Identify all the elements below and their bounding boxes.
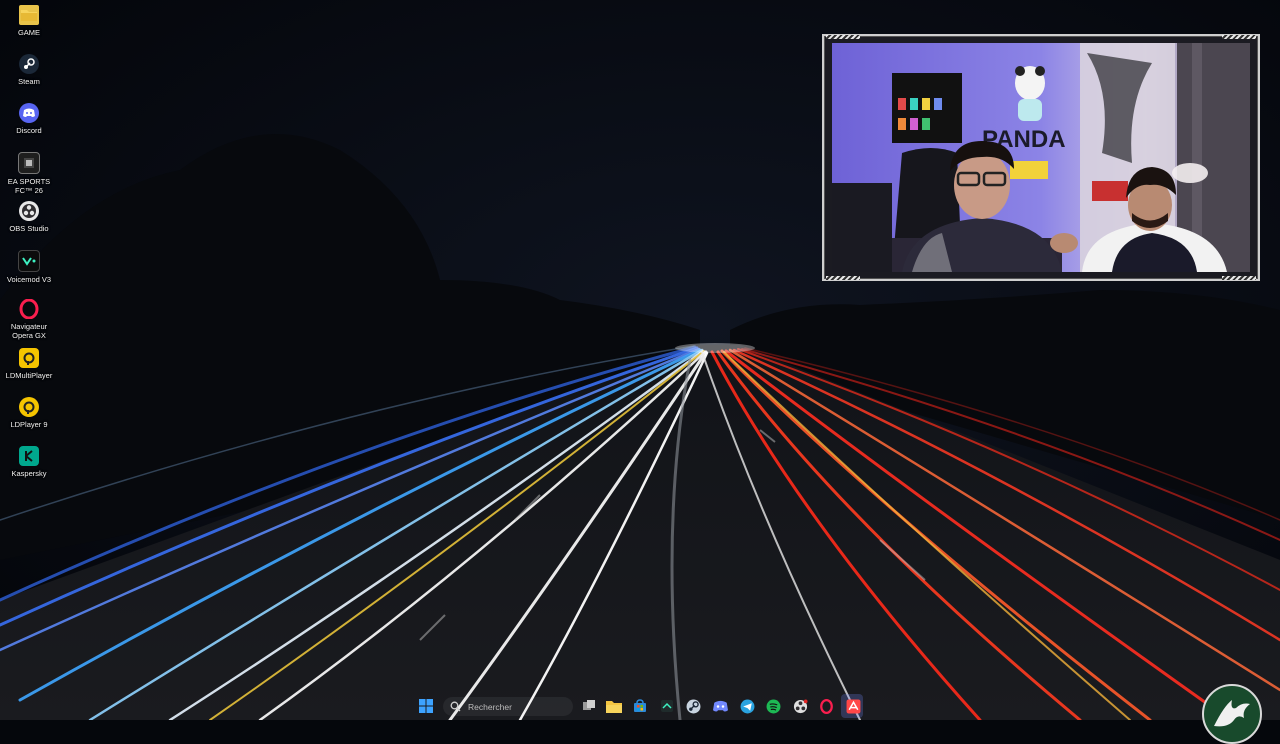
kaspersky-icon <box>19 446 39 466</box>
telegram-icon <box>740 699 754 713</box>
desktop-icon-label: Steam <box>18 77 40 86</box>
desktop-icon-label: EA SPORTS FC™ 26 <box>7 177 51 195</box>
search-icon <box>450 701 461 712</box>
desktop-icon-steam[interactable]: Steam <box>0 54 58 86</box>
discord-icon <box>19 103 39 123</box>
taskbar-search[interactable] <box>443 697 573 716</box>
desktop-icon-obs[interactable]: OBS Studio <box>0 201 58 233</box>
webcam-overlay: PANDA <box>822 34 1260 281</box>
search-input[interactable] <box>466 700 565 713</box>
opera-gx-icon <box>819 698 833 714</box>
desktop-icon-label: GAME <box>17 28 41 37</box>
frame-stripe <box>1222 276 1256 280</box>
ea-fc-icon <box>18 152 40 174</box>
desktop-icon-discord[interactable]: Discord <box>0 103 58 135</box>
desktop-icon-label: OBS Studio <box>9 224 49 233</box>
bird-icon <box>1214 700 1250 727</box>
task-view-button[interactable] <box>581 698 597 714</box>
taskbar <box>0 692 1280 720</box>
file-explorer-icon <box>606 701 622 713</box>
microsoft-store-icon <box>634 699 646 712</box>
desktop-icon-label: LDPlayer 9 <box>10 420 48 429</box>
frame-stripe <box>826 35 860 39</box>
task-view-icon <box>583 700 595 710</box>
file-explorer-button[interactable] <box>606 698 622 714</box>
desktop-icon-label: Kaspersky <box>11 469 47 478</box>
opera-gx-taskbar-button[interactable] <box>818 698 834 714</box>
obs-taskbar-button[interactable] <box>792 698 808 714</box>
channel-logo <box>1202 684 1262 744</box>
desktop-icon-voicemod[interactable]: Voicemod V3 <box>0 250 58 284</box>
desktop-icon-label: Navigateur Opera GX <box>10 322 48 340</box>
spotify-taskbar-button[interactable] <box>765 698 781 714</box>
desktop-icon-label: LDMultiPlayer <box>5 371 53 380</box>
discord-taskbar-button[interactable] <box>712 698 728 714</box>
desktop-icon-ldplayer[interactable]: LDPlayer 9 <box>0 397 58 429</box>
steam-icon <box>19 54 39 74</box>
steam-taskbar-button[interactable] <box>685 698 701 714</box>
obs-icon <box>19 201 39 221</box>
discord-icon <box>712 700 728 711</box>
frame-stripe <box>826 276 860 280</box>
ea-app-icon <box>846 699 860 713</box>
voicemod-icon <box>18 250 40 272</box>
desktop-icon-game[interactable]: GAME <box>0 5 58 37</box>
folder-icon <box>19 5 39 25</box>
opera-gx-icon <box>19 299 39 319</box>
start-button[interactable] <box>418 698 434 714</box>
app-icon <box>661 700 673 712</box>
frame-stripe <box>1222 35 1256 39</box>
webcam-feed: PANDA <box>832 43 1250 272</box>
telegram-taskbar-button[interactable] <box>739 698 755 714</box>
ea-app-taskbar-button[interactable] <box>845 698 861 714</box>
spotify-icon <box>766 699 780 713</box>
webcam-scene: PANDA <box>832 43 1250 272</box>
ldplayer-icon <box>19 397 39 417</box>
desktop-icon-kaspersky[interactable]: Kaspersky <box>0 446 58 478</box>
desktop-icon-ldmultiplayer[interactable]: LDMultiPlayer <box>0 348 58 380</box>
taskbar-app-button[interactable] <box>659 698 675 714</box>
ldmultiplayer-icon <box>19 348 39 368</box>
microsoft-store-button[interactable] <box>632 698 648 714</box>
windows-start-icon <box>419 699 433 713</box>
desktop-icon-ea-fc[interactable]: EA SPORTS FC™ 26 <box>0 152 58 195</box>
obs-icon <box>793 698 808 713</box>
desktop-icon-label: Discord <box>16 126 42 135</box>
desktop-icon-label: Voicemod V3 <box>6 275 52 284</box>
desktop-icon-opera-gx[interactable]: Navigateur Opera GX <box>0 299 58 340</box>
steam-icon <box>686 699 700 713</box>
